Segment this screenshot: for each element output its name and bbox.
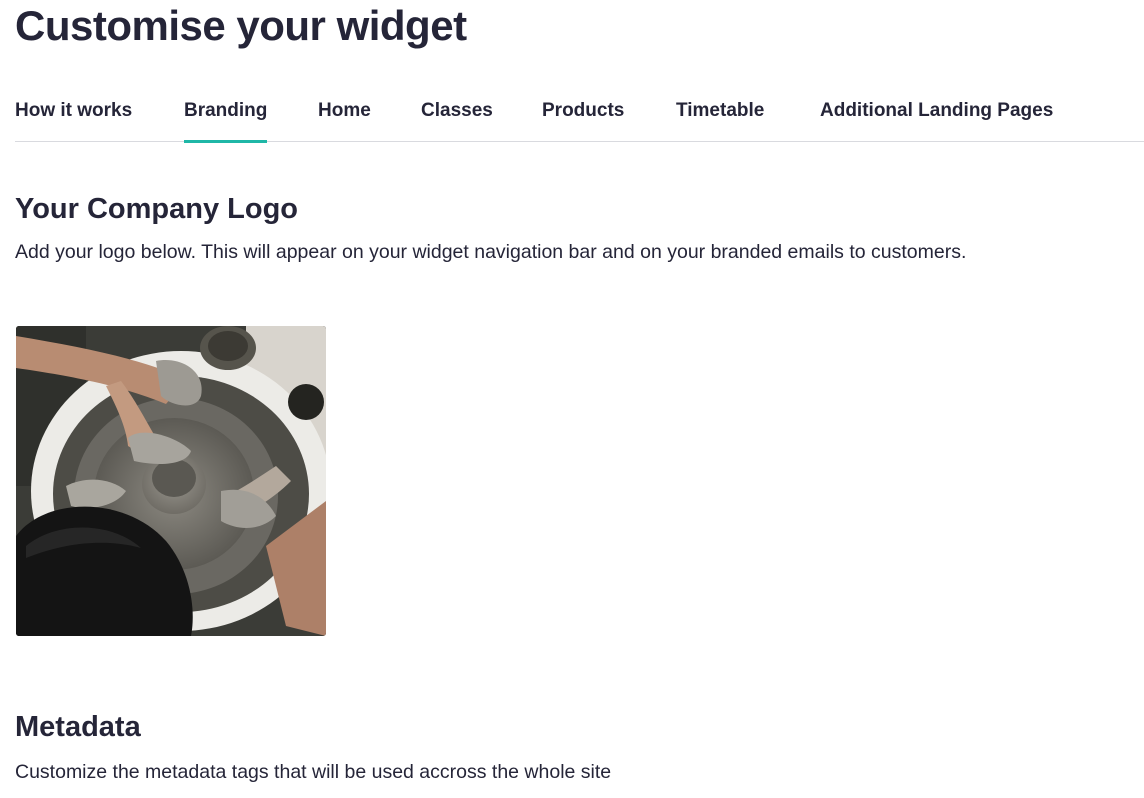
pottery-wheel-photo-icon [16,326,326,636]
tab-home[interactable]: Home [318,96,371,142]
tab-additional-landing-pages[interactable]: Additional Landing Pages [820,96,1053,142]
tab-products[interactable]: Products [542,96,624,142]
logo-section-title: Your Company Logo [15,193,299,225]
tab-how-it-works[interactable]: How it works [15,96,132,142]
tab-timetable[interactable]: Timetable [676,96,764,142]
logo-section-description: Add your logo below. This will appear on… [15,241,967,263]
tab-branding[interactable]: Branding [184,96,268,143]
metadata-section-title: Metadata [15,711,141,743]
page-title: Customise your widget [15,2,467,49]
tab-classes[interactable]: Classes [421,96,493,142]
company-logo-image[interactable] [16,326,326,636]
tab-bar: How it works Branding Home Classes Produ… [15,96,1144,143]
metadata-section-description: Customize the metadata tags that will be… [15,761,612,783]
